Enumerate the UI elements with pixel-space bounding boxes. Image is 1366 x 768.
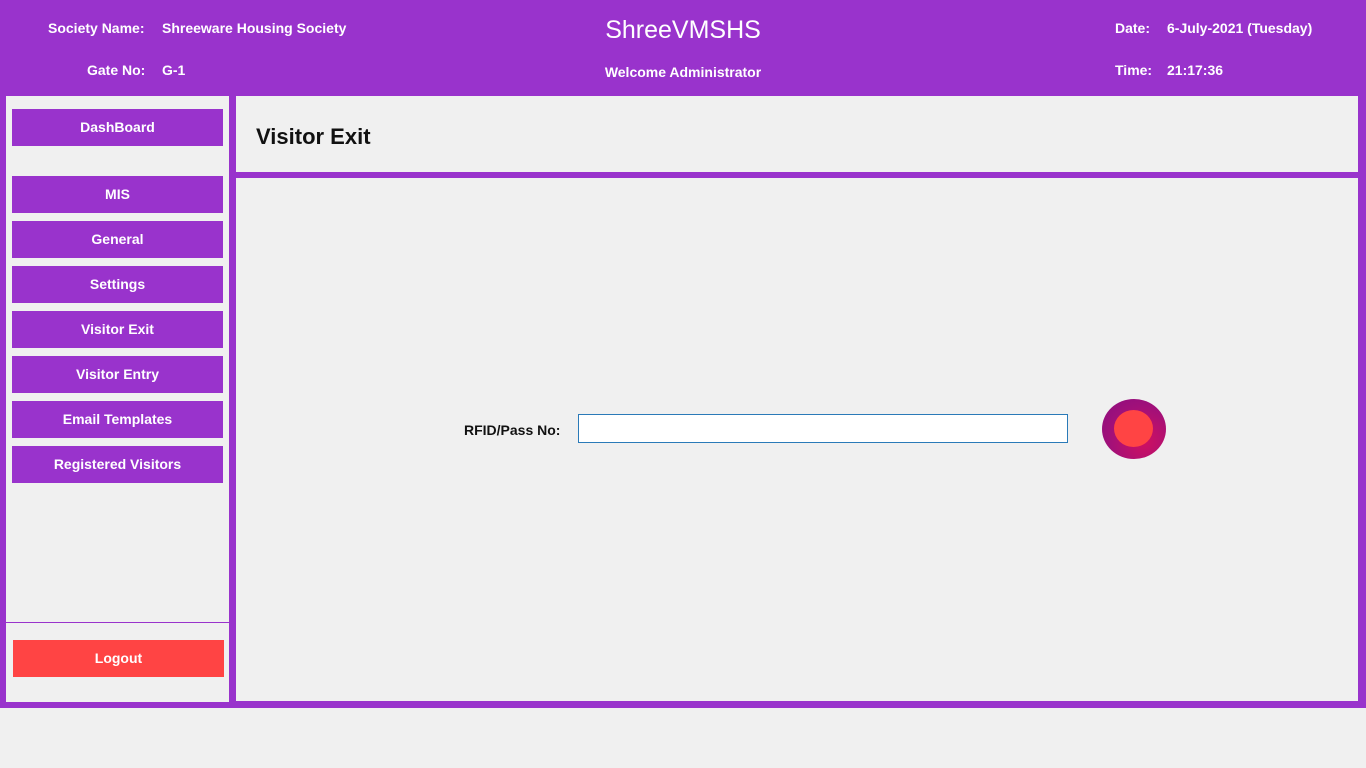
rfid-label: RFID/Pass No:: [464, 422, 561, 438]
sidebar-item-mis[interactable]: MIS: [12, 176, 223, 213]
sidebar-item-settings[interactable]: Settings: [12, 266, 223, 303]
sidebar-item-dashboard[interactable]: DashBoard: [12, 109, 223, 146]
visitor-exit-form: RFID/Pass No:: [236, 178, 1358, 701]
sidebar-item-registered-visitors[interactable]: Registered Visitors: [12, 446, 223, 483]
sidebar: DashBoard MIS General Settings Visitor E…: [6, 96, 229, 702]
sidebar-divider: [6, 622, 229, 623]
sidebar-item-email-templates[interactable]: Email Templates: [12, 401, 223, 438]
time-label: Time:: [1115, 62, 1153, 78]
status-indicator-icon: [1102, 399, 1166, 459]
time-value: 21:17:36: [1167, 62, 1224, 78]
date-label: Date:: [1115, 20, 1151, 36]
app-window: Society Name: Shreeware Housing Society …: [0, 0, 1366, 708]
app-title: ShreeVMSHS: [605, 16, 761, 44]
welcome-text: Welcome Administrator: [604, 64, 762, 80]
sidebar-item-visitor-entry[interactable]: Visitor Entry: [12, 356, 223, 393]
page-title: Visitor Exit: [256, 124, 371, 149]
date-value: 6-July-2021 (Tuesday): [1167, 20, 1313, 36]
rfid-pass-input[interactable]: [578, 414, 1068, 443]
sidebar-item-visitor-exit[interactable]: Visitor Exit: [12, 311, 223, 348]
page-title-panel: Visitor Exit: [236, 96, 1358, 172]
logout-button[interactable]: Logout: [13, 640, 224, 677]
header-bar: Society Name: Shreeware Housing Society …: [0, 0, 1366, 96]
status-indicator-inner: [1114, 410, 1153, 447]
sidebar-item-general[interactable]: General: [12, 221, 223, 258]
